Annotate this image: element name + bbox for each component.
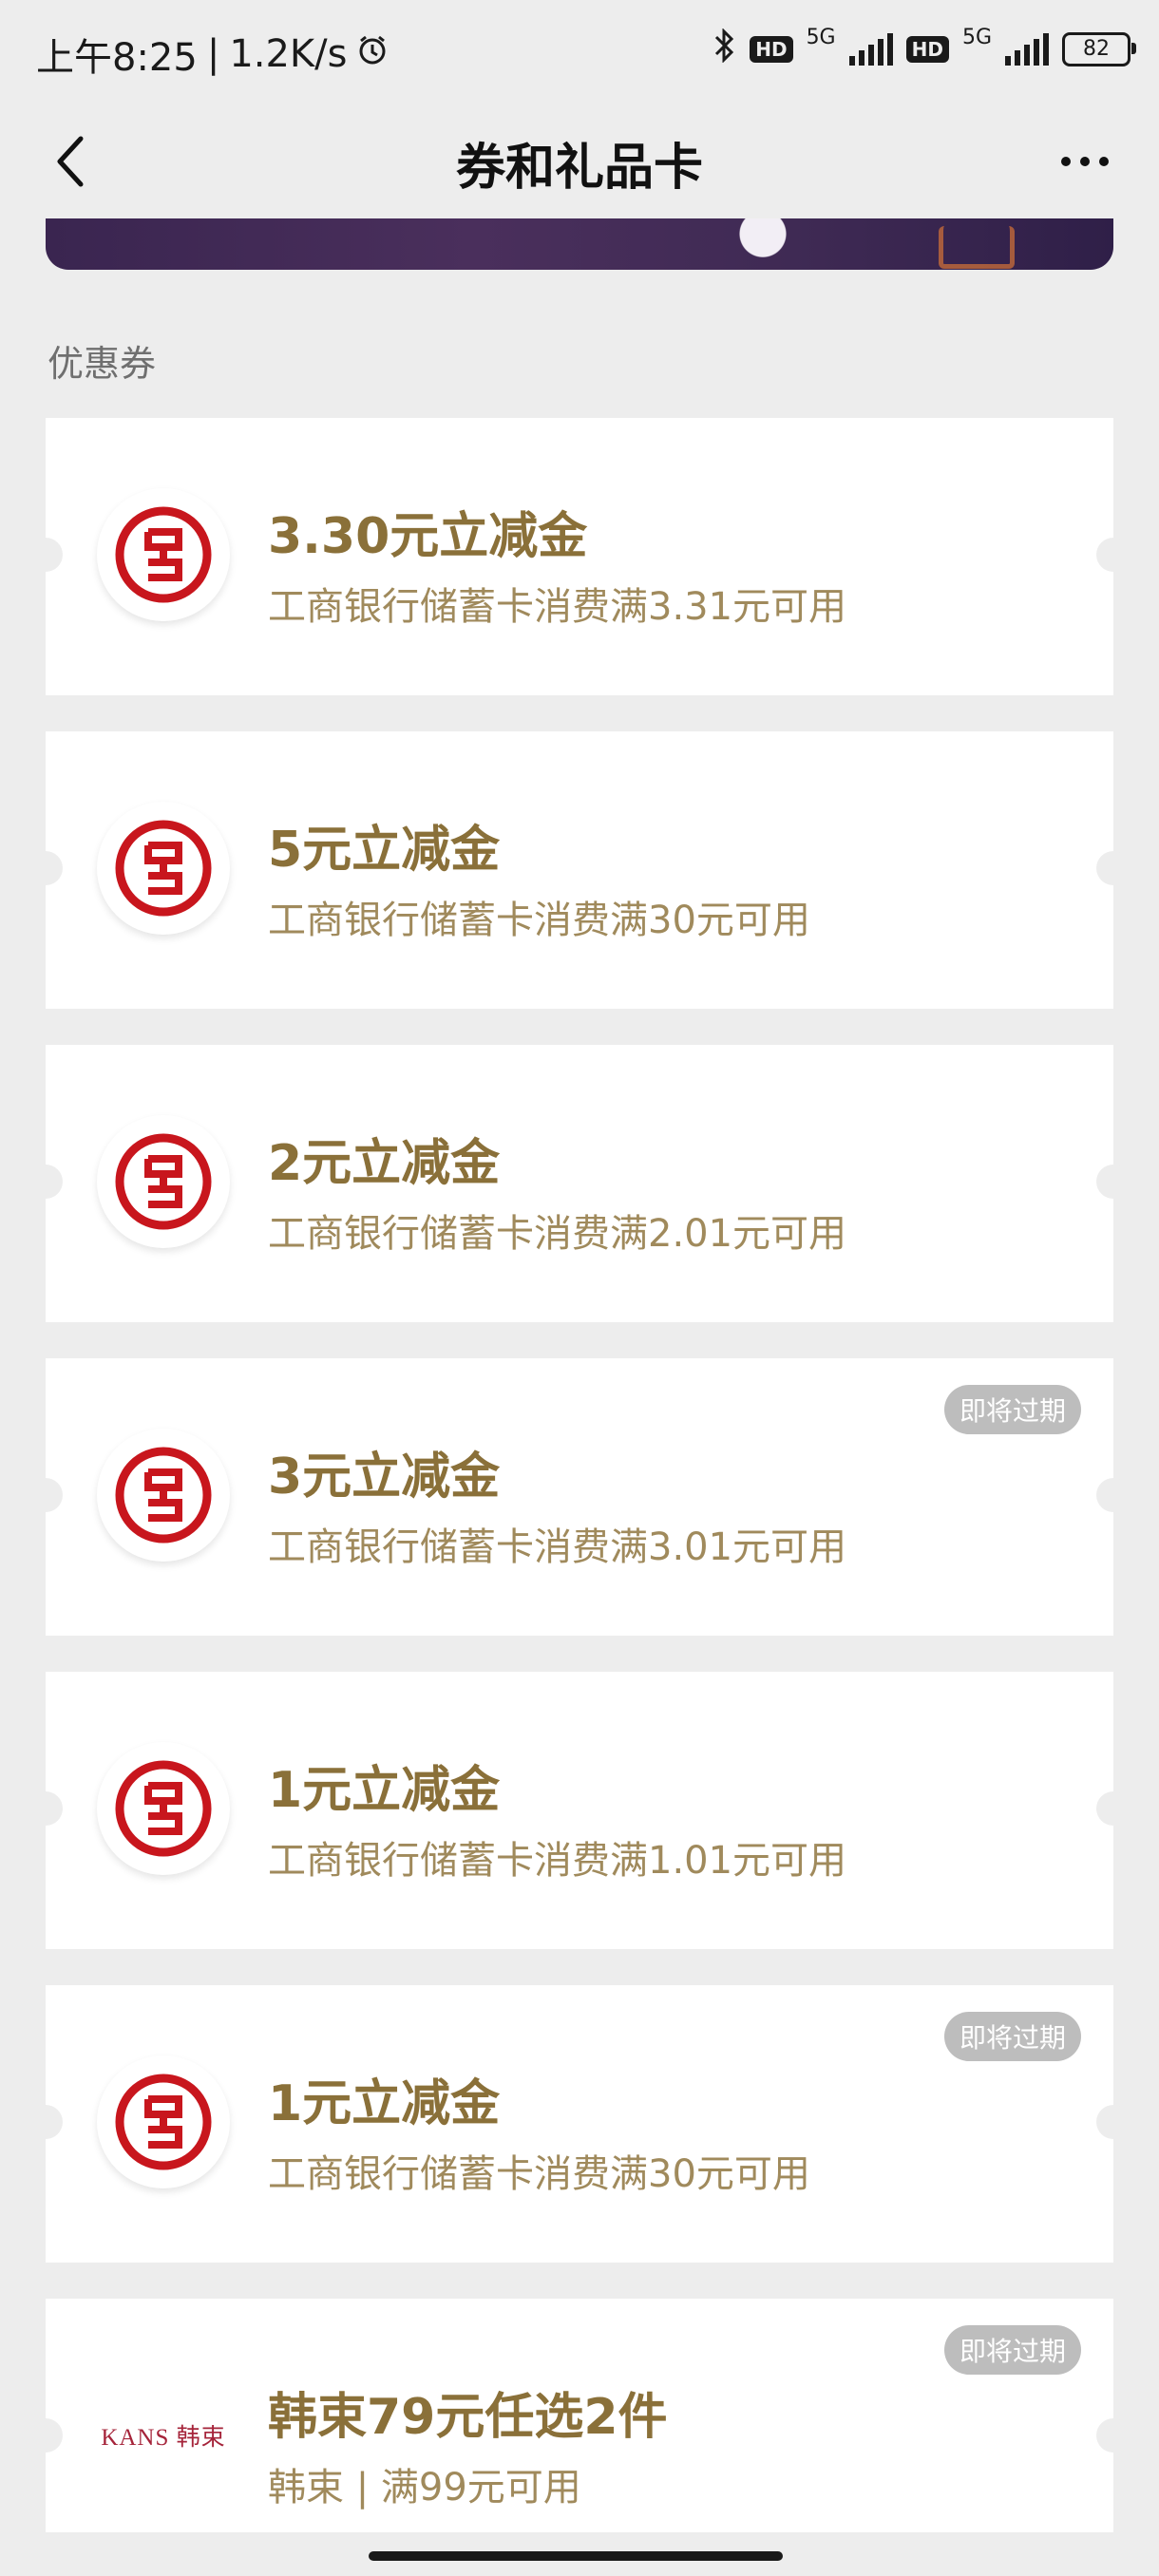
hd-badge: HD xyxy=(750,35,793,63)
nav-bar: 券和礼品卡 xyxy=(0,104,1159,218)
coupon-title: 韩束79元任选2件 xyxy=(268,2389,668,2446)
battery-level: 82 xyxy=(1083,37,1110,61)
coupon-desc: 工商银行储蓄卡消费满2.01元可用 xyxy=(268,1212,847,1256)
status-bar: 上午8:25 | 1.2K/s HD 5G HD 5G 82 xyxy=(0,0,1159,104)
icbc-logo-icon xyxy=(97,488,230,621)
more-button[interactable] xyxy=(1037,133,1132,190)
coupon-title: 2元立减金 xyxy=(268,1135,501,1192)
kans-logo-icon: KANS 韩束 xyxy=(97,2369,230,2502)
coupon-desc: 工商银行储蓄卡消费满3.31元可用 xyxy=(268,585,847,629)
coupon-card[interactable]: 即将过期 1元立减金 工商银行储蓄卡消费满30元可用 xyxy=(28,1985,1130,2263)
more-dot-icon xyxy=(1061,157,1071,166)
coupon-card[interactable]: 2元立减金 工商银行储蓄卡消费满2.01元可用 xyxy=(28,1045,1130,1322)
network-type: 5G xyxy=(961,26,992,49)
coupon-card[interactable]: 3.30元立减金 工商银行储蓄卡消费满3.31元可用 xyxy=(28,418,1130,695)
coupon-card[interactable]: 5元立减金 工商银行储蓄卡消费满30元可用 xyxy=(28,731,1130,1009)
expiring-badge: 即将过期 xyxy=(943,1385,1081,1434)
coupon-desc: 韩束 | 满99元可用 xyxy=(268,2466,581,2510)
status-divider: | xyxy=(206,32,220,76)
promo-banner[interactable] xyxy=(46,218,1113,270)
coupon-desc: 工商银行储蓄卡消费满3.01元可用 xyxy=(268,1525,847,1569)
icbc-logo-icon xyxy=(97,802,230,935)
banner-mascot-icon xyxy=(730,218,796,270)
page-title: 券和礼品卡 xyxy=(455,140,703,197)
coupon-title: 3元立减金 xyxy=(268,1449,501,1506)
coupon-title: 5元立减金 xyxy=(268,822,501,879)
signal-icon xyxy=(848,32,893,66)
more-dot-icon xyxy=(1080,157,1090,166)
kans-logo-text: KANS 韩束 xyxy=(101,2425,226,2451)
status-time: 上午8:25 xyxy=(36,36,198,80)
more-dot-icon xyxy=(1099,157,1109,166)
coupon-desc: 工商银行储蓄卡消费满30元可用 xyxy=(268,899,810,942)
coupon-desc: 工商银行储蓄卡消费满30元可用 xyxy=(268,2152,810,2196)
icbc-logo-icon xyxy=(97,1429,230,1562)
status-net-speed: 1.2K/s xyxy=(229,32,348,76)
status-left: 上午8:25 | 1.2K/s xyxy=(36,27,389,82)
bluetooth-icon xyxy=(712,28,736,69)
coupon-desc: 工商银行储蓄卡消费满1.01元可用 xyxy=(268,1839,847,1883)
signal-icon xyxy=(1005,32,1049,66)
expiring-badge: 即将过期 xyxy=(943,2325,1081,2375)
coupon-card[interactable]: 即将过期 KANS 韩束 韩束79元任选2件 韩束 | 满99元可用 xyxy=(28,2299,1130,2532)
icbc-logo-icon xyxy=(97,1742,230,1875)
coupon-card[interactable]: 即将过期 3元立减金 工商银行储蓄卡消费满3.01元可用 xyxy=(28,1358,1130,1636)
alarm-icon xyxy=(356,32,389,76)
banner-decoration xyxy=(939,226,1015,269)
expiring-badge: 即将过期 xyxy=(943,2012,1081,2061)
battery-icon: 82 xyxy=(1062,31,1136,66)
icbc-logo-icon xyxy=(97,1115,230,1248)
section-title: 优惠券 xyxy=(48,343,157,385)
coupon-title: 3.30元立减金 xyxy=(268,508,588,565)
coupon-title: 1元立减金 xyxy=(268,2075,501,2132)
coupon-card[interactable]: 1元立减金 工商银行储蓄卡消费满1.01元可用 xyxy=(28,1672,1130,1949)
home-indicator[interactable] xyxy=(369,2551,783,2561)
coupon-title: 1元立减金 xyxy=(268,1762,501,1819)
hd-badge: HD xyxy=(905,35,949,63)
icbc-logo-icon xyxy=(97,2055,230,2188)
network-type: 5G xyxy=(806,26,836,49)
status-right: HD 5G HD 5G 82 xyxy=(712,26,1136,69)
